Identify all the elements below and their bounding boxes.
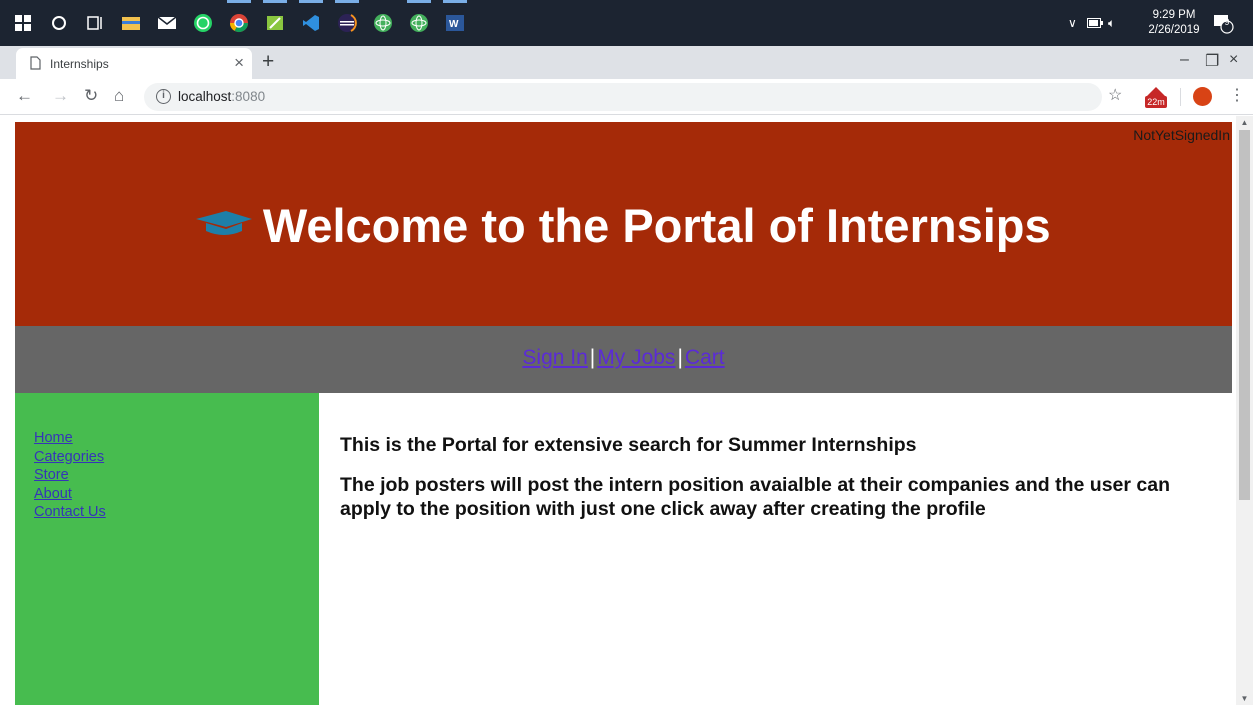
page-header: NotYetSignedIn Welcome to the Portal of … <box>15 122 1232 326</box>
reload-icon[interactable]: ↻ <box>84 86 98 106</box>
windows-start-icon[interactable] <box>8 8 38 38</box>
nav-separator: | <box>677 346 683 369</box>
tab-close-icon[interactable]: × <box>234 53 244 73</box>
sidebar-item-categories[interactable]: Categories <box>34 448 319 467</box>
scroll-down-icon[interactable]: ▼ <box>1236 694 1253 703</box>
page-viewport: NotYetSignedIn Welcome to the Portal of … <box>0 116 1253 705</box>
notification-icon[interactable]: 9 <box>1212 0 1234 46</box>
main-description: The job posters will post the intern pos… <box>340 474 1170 520</box>
sidebar-item-about[interactable]: About <box>34 485 319 504</box>
browser-tabstrip: Internships × + – ❐ × <box>0 46 1253 79</box>
bookmark-star-icon[interactable]: ☆ <box>1108 86 1122 106</box>
taskbar-clock[interactable]: 9:29 PM 2/26/2019 <box>1139 8 1209 38</box>
browser-toolbar: ← → ↻ ⌂ i localhost:8080 ☆ 22m ⋮ <box>0 79 1253 115</box>
chrome-icon[interactable] <box>224 0 254 38</box>
profile-avatar[interactable] <box>1193 87 1212 106</box>
paint-icon[interactable] <box>260 0 290 38</box>
word-icon[interactable]: W <box>440 0 470 38</box>
forward-icon[interactable]: → <box>52 86 69 106</box>
back-icon[interactable]: ← <box>16 86 33 106</box>
scroll-thumb[interactable] <box>1239 130 1250 500</box>
sidebar: Home Categories Store About Contact Us <box>15 393 319 705</box>
graduation-cap-icon <box>196 209 253 242</box>
minimize-icon[interactable]: – <box>1180 51 1189 69</box>
atom-icon[interactable] <box>368 8 398 38</box>
url-host: localhost <box>178 89 232 104</box>
notification-count: 9 <box>1224 17 1230 27</box>
extension-timer-icon[interactable]: 22m <box>1145 85 1167 109</box>
address-bar[interactable]: i localhost:8080 <box>144 83 1102 111</box>
url-port: :8080 <box>231 89 266 104</box>
close-window-icon[interactable]: × <box>1229 51 1238 69</box>
mail-icon[interactable] <box>152 8 182 38</box>
sidebar-item-home[interactable]: Home <box>34 429 319 448</box>
sidebar-item-contact-us[interactable]: Contact Us <box>34 503 319 522</box>
new-tab-icon[interactable]: + <box>262 50 274 74</box>
task-view-icon[interactable] <box>80 8 110 38</box>
url-text[interactable]: localhost:8080 <box>178 89 265 104</box>
nav-separator: | <box>589 346 596 369</box>
battery-icon[interactable] <box>1087 0 1103 46</box>
main-content: This is the Portal for extensive search … <box>319 393 1232 705</box>
nav-my-jobs-link[interactable]: My Jobs <box>597 346 675 369</box>
menu-kebab-icon[interactable]: ⋮ <box>1229 86 1245 106</box>
signin-status: NotYetSignedIn <box>1133 127 1230 143</box>
toolbar-divider <box>1180 88 1181 106</box>
page-title: Welcome to the Portal of Internsips <box>262 199 1051 252</box>
nav-sign-in-link[interactable]: Sign In <box>522 346 587 369</box>
page-scrollbar[interactable]: ▲ ▼ <box>1236 116 1253 705</box>
browser-tab[interactable]: Internships × <box>16 48 252 79</box>
nav-cart-link[interactable]: Cart <box>685 346 725 369</box>
eclipse-icon[interactable] <box>332 0 362 38</box>
sidebar-item-store[interactable]: Store <box>34 466 319 485</box>
scroll-up-icon[interactable]: ▲ <box>1236 118 1253 127</box>
cortana-search-icon[interactable] <box>44 8 74 38</box>
restore-icon[interactable]: ❐ <box>1205 51 1219 71</box>
tray-chevron-icon[interactable]: ∨ <box>1068 0 1077 46</box>
home-icon[interactable]: ⌂ <box>114 86 124 106</box>
atom-icon-2[interactable] <box>404 0 434 38</box>
main-heading: This is the Portal for extensive search … <box>340 434 917 456</box>
vscode-icon[interactable] <box>296 0 326 38</box>
svg-text:W: W <box>449 19 459 30</box>
top-navbar: Sign In|My Jobs|Cart <box>15 326 1232 393</box>
clock-time: 9:29 PM <box>1152 9 1196 21</box>
hero: Welcome to the Portal of Internsips <box>15 198 1232 253</box>
windows-taskbar: W ∨ 🔈︎ 9:29 PM 2/26/2019 9 <box>0 0 1253 46</box>
whatsapp-icon[interactable] <box>188 8 218 38</box>
page-favicon-icon <box>30 56 41 75</box>
file-explorer-icon[interactable] <box>116 8 146 38</box>
clock-date: 2/26/2019 <box>1148 24 1200 36</box>
site-info-icon[interactable]: i <box>156 89 171 104</box>
volume-icon[interactable]: 🔈︎ <box>1108 0 1115 46</box>
tab-title: Internships <box>50 57 109 71</box>
extension-badge: 22m <box>1145 96 1167 108</box>
